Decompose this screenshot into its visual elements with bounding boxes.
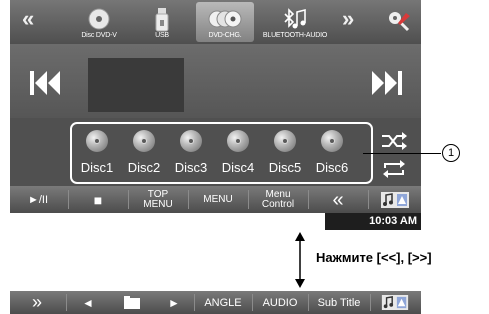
divider	[188, 190, 189, 209]
source-label: Disc DVD-V	[81, 32, 117, 39]
cd-icon	[86, 130, 108, 152]
divider	[368, 190, 369, 209]
audio-info-button[interactable]	[374, 291, 416, 314]
usb-icon	[155, 8, 169, 32]
disc-label: Disc2	[127, 160, 161, 175]
folder-button[interactable]	[110, 291, 154, 314]
divider	[370, 294, 371, 311]
disc-button-6[interactable]: Disc6	[312, 130, 352, 182]
source-bar: « Disc DVD-V USB DVD-CHG. BLUETOOTH-AUDI…	[10, 0, 421, 44]
folder-icon	[124, 296, 140, 309]
divider	[308, 190, 309, 209]
disc-button-4[interactable]: Disc4	[218, 130, 258, 182]
disc-label: Disc6	[315, 160, 349, 175]
stop-button[interactable]: ■	[70, 186, 126, 213]
disc-button-1[interactable]: Disc1	[77, 130, 117, 182]
menu-button[interactable]: MENU	[190, 186, 246, 213]
video-thumbnail	[88, 58, 184, 112]
disc-button-5[interactable]: Disc5	[265, 130, 305, 182]
source-label: DVD-CHG.	[208, 32, 242, 39]
setup-button[interactable]	[382, 2, 416, 42]
source-label: BLUETOOTH-AUDIO	[262, 32, 328, 39]
divider	[252, 294, 253, 311]
source-usb[interactable]: USB	[138, 2, 186, 42]
divider	[308, 294, 309, 311]
clock-time: 10:03 AM	[369, 215, 417, 227]
audio-setup-icon	[381, 191, 409, 208]
cd-icon	[227, 130, 249, 152]
cd-icon	[180, 130, 202, 152]
bluetooth-audio-icon	[284, 8, 306, 29]
source-bluetooth-audio[interactable]: BLUETOOTH-AUDIO	[262, 2, 328, 42]
disc-button-3[interactable]: Disc3	[171, 130, 211, 182]
audio-info-button[interactable]	[374, 186, 416, 213]
top-menu-button[interactable]: TOP MENU	[130, 186, 186, 213]
previous-track-icon[interactable]	[28, 66, 62, 100]
callout-number: 1	[442, 144, 460, 162]
alternate-control-bar: » ◄ ► ANGLE AUDIO Sub Title	[10, 291, 421, 314]
subtitle-button[interactable]: Sub Title	[310, 291, 368, 314]
disc-changer-icon	[208, 10, 242, 28]
previous-chapter-button[interactable]: ◄	[68, 291, 108, 314]
next-track-icon[interactable]	[370, 66, 404, 100]
source-next-button[interactable]: »	[342, 6, 354, 32]
divider	[248, 190, 249, 209]
repeat-icon[interactable]	[380, 158, 408, 180]
disc-label: Disc3	[174, 160, 208, 175]
angle-button[interactable]: ANGLE	[196, 291, 250, 314]
settings-tools-icon	[389, 12, 410, 32]
control-bar: ►/II ■ TOP MENU MENU Menu Control «	[10, 186, 421, 213]
shuffle-icon[interactable]	[380, 130, 408, 152]
instruction-text: Нажмите [<<], [>>]	[316, 250, 432, 265]
cd-icon	[274, 130, 296, 152]
source-disc-dvd-v[interactable]: Disc DVD-V	[70, 2, 128, 42]
disc-label: Disc5	[268, 160, 302, 175]
disc-label: Disc4	[221, 160, 255, 175]
source-prev-button[interactable]: «	[22, 6, 34, 32]
menu-control-button[interactable]: Menu Control	[250, 186, 306, 213]
back-scroll-button[interactable]: «	[310, 186, 366, 213]
clock-bar: 10:03 AM	[325, 213, 421, 230]
divider	[194, 294, 195, 311]
divider	[68, 190, 69, 209]
audio-button[interactable]: AUDIO	[254, 291, 306, 314]
divider	[128, 190, 129, 209]
double-arrow-icon	[295, 232, 305, 288]
play-pause-button[interactable]: ►/II	[10, 186, 66, 213]
player-screen: « Disc DVD-V USB DVD-CHG. BLUETOOTH-AUDI…	[10, 0, 421, 213]
cd-icon	[133, 130, 155, 152]
next-chapter-button[interactable]: ►	[156, 291, 192, 314]
disc-icon	[88, 8, 110, 30]
disc-button-2[interactable]: Disc2	[124, 130, 164, 182]
audio-setup-icon	[381, 295, 409, 310]
forward-scroll-button[interactable]: »	[10, 291, 64, 314]
source-dvd-chg[interactable]: DVD-CHG.	[196, 2, 254, 42]
disc-label: Disc1	[80, 160, 114, 175]
cd-icon	[321, 130, 343, 152]
divider	[66, 294, 67, 311]
display-area	[10, 44, 421, 118]
callout-line	[363, 153, 441, 154]
source-label: USB	[155, 32, 169, 39]
